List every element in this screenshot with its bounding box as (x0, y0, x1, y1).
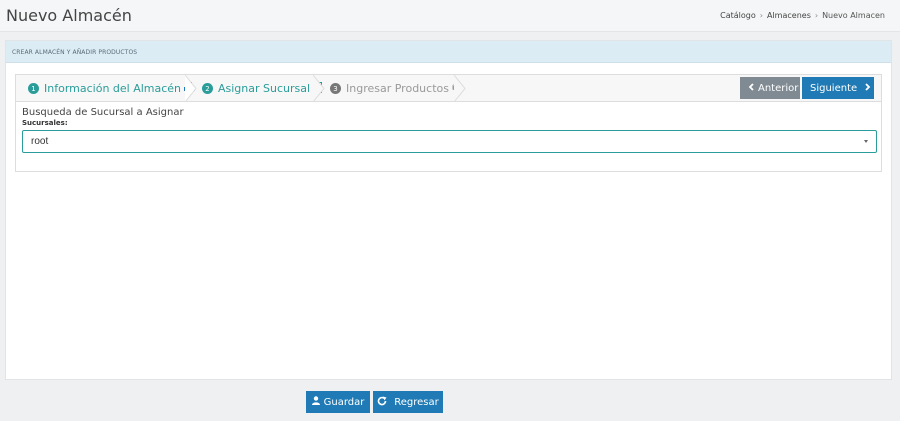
back-button-label: Regresar (394, 396, 439, 408)
step-number: 1 (28, 83, 39, 94)
step-divider (454, 75, 466, 102)
next-button[interactable]: Siguiente (802, 77, 874, 99)
wizard-steps-bar: 1 Información del Almacén 2 Asignar Sucu… (16, 75, 881, 102)
caret-down-icon (864, 140, 868, 143)
step-label: Asignar Sucursal (218, 82, 311, 95)
wizard-step-content: Busqueda de Sucursal a Asignar Sucursale… (22, 107, 877, 153)
sucursales-label: Sucursales: (22, 119, 68, 127)
step-divider (313, 75, 325, 102)
previous-button-label: Anterior (758, 82, 799, 94)
breadcrumb-item-current: Nuevo Almacen (822, 11, 885, 20)
step-label: Información del Almacén (44, 82, 182, 95)
step-number: 2 (202, 83, 213, 94)
save-button-label: Guardar (323, 396, 365, 408)
refresh-icon (377, 396, 387, 409)
step-number: 3 (330, 83, 341, 94)
back-button[interactable]: Regresar (373, 391, 443, 413)
sucursales-select[interactable]: root (22, 130, 877, 153)
page-header: Nuevo Almacén Catálogo › Almacenes › Nue… (0, 0, 900, 32)
breadcrumb-item-almacenes[interactable]: Almacenes (767, 11, 811, 20)
save-button[interactable]: Guardar (306, 391, 370, 413)
user-icon (311, 396, 320, 408)
next-button-label: Siguiente (810, 82, 858, 94)
search-title: Busqueda de Sucursal a Asignar (22, 107, 184, 118)
step-divider (185, 75, 197, 102)
chevron-right-icon: › (814, 11, 819, 20)
chevron-left-icon (748, 82, 754, 94)
breadcrumb: Catálogo › Almacenes › Nuevo Almacen (720, 11, 885, 20)
sucursales-selected-value: root (31, 136, 49, 147)
panel-heading: CREAR ALMACÉN Y AÑADIR PRODUCTOS (6, 41, 891, 63)
chevron-right-icon (865, 82, 871, 94)
wizard: 1 Información del Almacén 2 Asignar Sucu… (15, 74, 882, 172)
chevron-right-icon: › (759, 11, 763, 20)
wizard-step-sucursal[interactable]: 2 Asignar Sucursal (202, 75, 323, 102)
step-label: Ingresar Productos (346, 82, 449, 95)
breadcrumb-item-catalogo[interactable]: Catálogo (720, 11, 756, 20)
previous-button[interactable]: Anterior (740, 77, 800, 99)
wizard-step-informacion[interactable]: 1 Información del Almacén (28, 75, 196, 102)
main-panel: CREAR ALMACÉN Y AÑADIR PRODUCTOS 1 Infor… (5, 40, 892, 380)
wizard-step-productos[interactable]: 3 Ingresar Productos (330, 75, 462, 102)
page-title: Nuevo Almacén (6, 6, 132, 25)
